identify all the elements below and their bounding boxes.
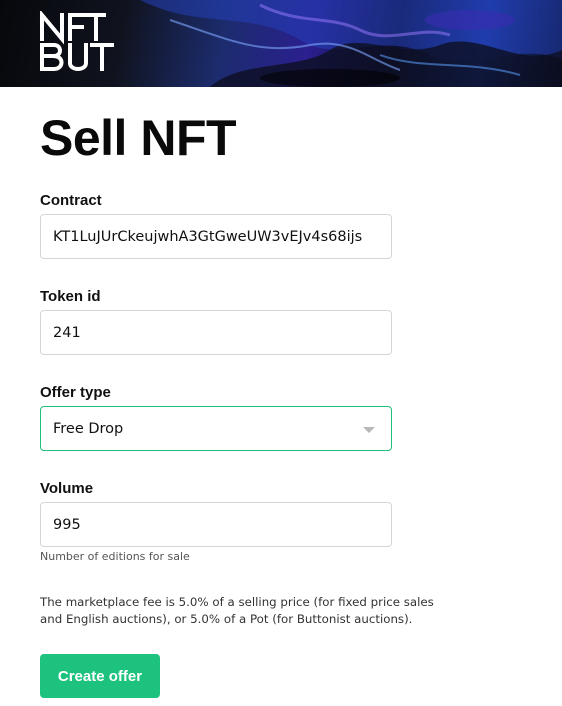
fee-line-1: The marketplace fee is 5.0% of a selling… bbox=[40, 595, 434, 609]
offer-type-label: Offer type bbox=[40, 384, 111, 401]
page-title: Sell NFT bbox=[40, 110, 237, 166]
volume-hint: Number of editions for sale bbox=[40, 550, 190, 563]
volume-label: Volume bbox=[40, 480, 94, 497]
token-id-label: Token id bbox=[40, 288, 101, 305]
chevron-down-icon bbox=[363, 427, 375, 433]
offer-type-select[interactable]: Free Drop bbox=[40, 406, 392, 451]
marketplace-fee-notice: The marketplace fee is 5.0% of a selling… bbox=[40, 594, 480, 628]
volume-input[interactable]: 995 bbox=[40, 502, 392, 547]
contract-label: Contract bbox=[40, 192, 102, 209]
contract-value: KT1LuJUrCkeujwhA3GtGweUW3vEJv4s68ijs bbox=[53, 228, 363, 245]
create-offer-button[interactable]: Create offer bbox=[40, 654, 160, 698]
contract-input[interactable]: KT1LuJUrCkeujwhA3GtGweUW3vEJv4s68ijs bbox=[40, 214, 392, 259]
token-id-value: 241 bbox=[53, 324, 81, 341]
volume-value: 995 bbox=[53, 516, 81, 533]
token-id-input[interactable]: 241 bbox=[40, 310, 392, 355]
header-banner bbox=[0, 0, 562, 87]
fee-line-2: and English auctions), or 5.0% of a Pot … bbox=[40, 612, 413, 626]
nftbutton-logo-icon[interactable] bbox=[38, 11, 140, 73]
offer-type-selected: Free Drop bbox=[53, 420, 124, 437]
